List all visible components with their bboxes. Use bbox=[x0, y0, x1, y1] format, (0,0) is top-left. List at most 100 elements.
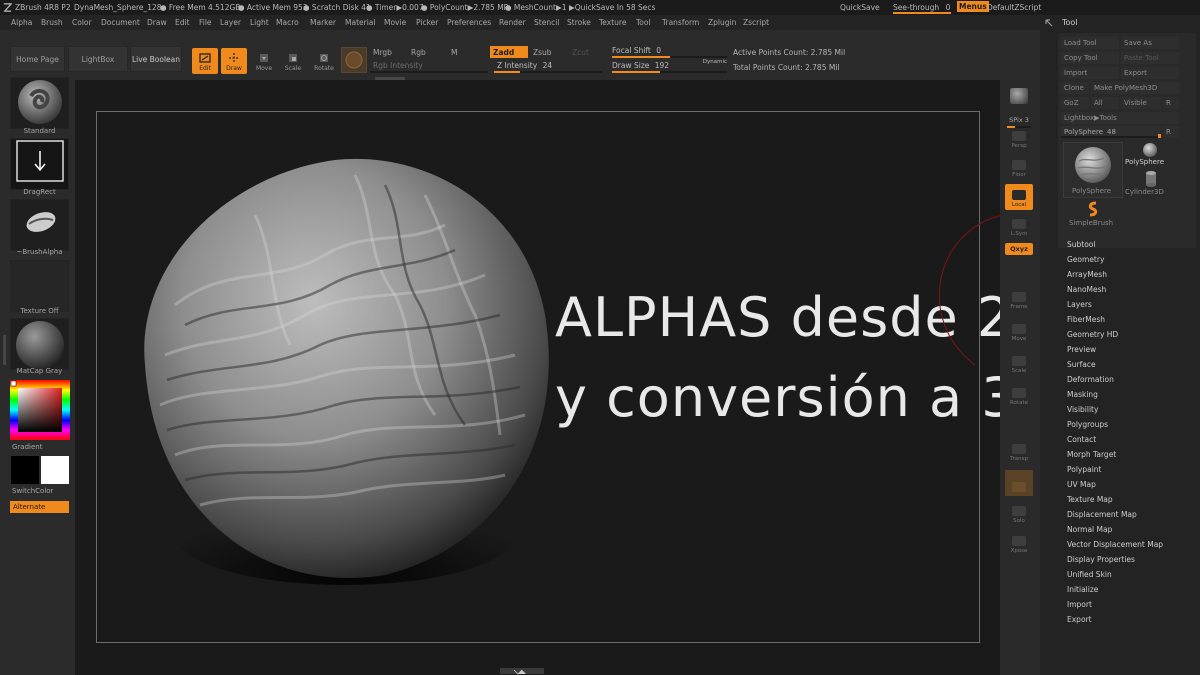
ghost-button[interactable] bbox=[1005, 470, 1033, 496]
polysphere-tool-thumbnail[interactable]: PolySphere bbox=[1125, 142, 1177, 168]
dynamic-toggle[interactable]: Dynamic bbox=[703, 59, 727, 65]
gradient-label[interactable]: Gradient bbox=[12, 443, 71, 451]
live-boolean-button[interactable]: Live Boolean bbox=[130, 46, 182, 72]
export-button[interactable]: Export bbox=[1121, 67, 1179, 79]
subpalette-masking[interactable]: Masking bbox=[1067, 390, 1098, 399]
lightbox-button[interactable]: LightBox bbox=[68, 46, 128, 72]
subpalette-texture-map[interactable]: Texture Map bbox=[1067, 495, 1113, 504]
polysphere-reset-button[interactable]: R bbox=[1163, 126, 1179, 138]
stroke-thumbnail[interactable] bbox=[10, 138, 69, 190]
brush-thumbnail[interactable] bbox=[10, 77, 69, 129]
focal-shift-slider[interactable]: Focal Shift 0 bbox=[612, 46, 727, 58]
save-as-button[interactable]: Save As bbox=[1121, 37, 1179, 49]
polysphere-slider[interactable]: PolySphere 48 bbox=[1061, 126, 1161, 138]
subpalette-geometry-hd[interactable]: Geometry HD bbox=[1067, 330, 1118, 339]
clone-button[interactable]: Clone bbox=[1061, 82, 1089, 94]
see-through-slider[interactable]: See-through 0 bbox=[893, 3, 951, 14]
frame-button[interactable]: Frame bbox=[1005, 286, 1033, 312]
menu-layer[interactable]: Layer bbox=[220, 18, 241, 27]
r-button[interactable]: R bbox=[1163, 97, 1179, 109]
all-button[interactable]: All bbox=[1091, 97, 1119, 109]
color-picker[interactable] bbox=[10, 380, 70, 440]
menu-light[interactable]: Light bbox=[250, 18, 269, 27]
subpalette-morph-target[interactable]: Morph Target bbox=[1067, 450, 1116, 459]
subpalette-import[interactable]: Import bbox=[1067, 600, 1092, 609]
load-tool-button[interactable]: Load Tool bbox=[1061, 37, 1119, 49]
rotate-view-button[interactable]: Rotate bbox=[1005, 382, 1033, 408]
subpalette-layers[interactable]: Layers bbox=[1067, 300, 1092, 309]
menu-tool[interactable]: Tool bbox=[636, 18, 651, 27]
subpalette-contact[interactable]: Contact bbox=[1067, 435, 1096, 444]
menu-texture[interactable]: Texture bbox=[599, 18, 626, 27]
menu-zscript[interactable]: Zscript bbox=[743, 18, 769, 27]
subpalette-normal-map[interactable]: Normal Map bbox=[1067, 525, 1112, 534]
copy-tool-button[interactable]: Copy Tool bbox=[1061, 52, 1119, 64]
subpalette-visibility[interactable]: Visibility bbox=[1067, 405, 1098, 414]
subpalette-uv-map[interactable]: UV Map bbox=[1067, 480, 1096, 489]
subpalette-export[interactable]: Export bbox=[1067, 615, 1092, 624]
bpr-button[interactable] bbox=[1005, 82, 1033, 108]
make-polymesh3d-button[interactable]: Make PolyMesh3D bbox=[1091, 82, 1179, 94]
subpalette-unified-skin[interactable]: Unified Skin bbox=[1067, 570, 1112, 579]
quicksave-button[interactable]: QuickSave bbox=[840, 3, 880, 12]
z-intensity-slider[interactable]: Z Intensity 24 bbox=[494, 61, 602, 73]
current-tool-thumbnail[interactable]: PolySphere bbox=[1063, 142, 1123, 198]
menu-draw[interactable]: Draw bbox=[147, 18, 167, 27]
menu-color[interactable]: Color bbox=[72, 18, 92, 27]
left-tray-scroll-handle[interactable] bbox=[3, 335, 6, 365]
draw-button[interactable]: Draw bbox=[221, 48, 247, 74]
menu-edit[interactable]: Edit bbox=[175, 18, 190, 27]
menus-button[interactable]: Menus bbox=[957, 1, 989, 12]
zcut-button[interactable]: Zcut bbox=[569, 46, 604, 58]
canvas-scroll-handle[interactable] bbox=[500, 668, 544, 675]
floor-button[interactable]: Floor bbox=[1005, 154, 1033, 180]
alternate-button[interactable]: Alternate bbox=[10, 501, 69, 513]
persp-button[interactable]: Persp bbox=[1005, 125, 1033, 151]
solo-button[interactable]: Solo bbox=[1005, 500, 1033, 526]
import-button[interactable]: Import bbox=[1061, 67, 1119, 79]
material-swatch[interactable] bbox=[341, 47, 367, 73]
switchcolor-button[interactable]: SwitchColor bbox=[12, 487, 71, 495]
subpalette-subtool[interactable]: Subtool bbox=[1067, 240, 1095, 249]
menu-stencil[interactable]: Stencil bbox=[534, 18, 559, 27]
rgb-button[interactable]: Rgb bbox=[408, 46, 446, 58]
tool-palette-header[interactable]: Tool bbox=[1040, 15, 1200, 30]
menu-material[interactable]: Material bbox=[345, 18, 375, 27]
move-view-button[interactable]: Move bbox=[1005, 318, 1033, 344]
menu-preferences[interactable]: Preferences bbox=[447, 18, 491, 27]
m-button[interactable]: M bbox=[448, 46, 486, 58]
subpalette-geometry[interactable]: Geometry bbox=[1067, 255, 1104, 264]
primary-color-swatch[interactable] bbox=[11, 456, 39, 484]
menu-picker[interactable]: Picker bbox=[416, 18, 438, 27]
subpalette-arraymesh[interactable]: ArrayMesh bbox=[1067, 270, 1107, 279]
zadd-button[interactable]: Zadd bbox=[490, 46, 528, 58]
menu-movie[interactable]: Movie bbox=[384, 18, 406, 27]
scale-button[interactable]: Scale bbox=[280, 48, 306, 74]
subpalette-preview[interactable]: Preview bbox=[1067, 345, 1096, 354]
visible-button[interactable]: Visible bbox=[1121, 97, 1161, 109]
subpalette-fibermesh[interactable]: FiberMesh bbox=[1067, 315, 1105, 324]
simplebrush-tool-thumbnail[interactable]: SimpleBrush bbox=[1063, 201, 1123, 231]
move-button[interactable]: Move bbox=[251, 48, 277, 74]
xyz-button[interactable]: Qxyz bbox=[1005, 243, 1033, 255]
menu-brush[interactable]: Brush bbox=[41, 18, 63, 27]
menu-stroke[interactable]: Stroke bbox=[567, 18, 591, 27]
subpalette-polypaint[interactable]: Polypaint bbox=[1067, 465, 1102, 474]
draw-size-slider[interactable]: Draw Size 192 Dynamic bbox=[612, 59, 727, 73]
subpalette-polygroups[interactable]: Polygroups bbox=[1067, 420, 1108, 429]
goz-button[interactable]: GoZ bbox=[1061, 97, 1089, 109]
texture-thumbnail[interactable] bbox=[10, 260, 69, 312]
subpalette-deformation[interactable]: Deformation bbox=[1067, 375, 1114, 384]
lightbox-tools-button[interactable]: Lightbox▶Tools bbox=[1061, 112, 1179, 124]
scale-view-button[interactable]: Scale bbox=[1005, 350, 1033, 376]
rotate-button[interactable]: Rotate bbox=[311, 48, 337, 74]
rgb-intensity-slider[interactable]: Rgb Intensity bbox=[370, 61, 488, 73]
edit-button[interactable]: Edit bbox=[192, 48, 218, 74]
lsym-button[interactable]: L.Sym bbox=[1005, 213, 1033, 239]
subpalette-displacement-map[interactable]: Displacement Map bbox=[1067, 510, 1137, 519]
alpha-thumbnail[interactable] bbox=[10, 199, 69, 251]
menu-zplugin[interactable]: Zplugin bbox=[708, 18, 736, 27]
subpalette-nanomesh[interactable]: NanoMesh bbox=[1067, 285, 1106, 294]
zsub-button[interactable]: Zsub bbox=[530, 46, 568, 58]
subpalette-display-properties[interactable]: Display Properties bbox=[1067, 555, 1135, 564]
